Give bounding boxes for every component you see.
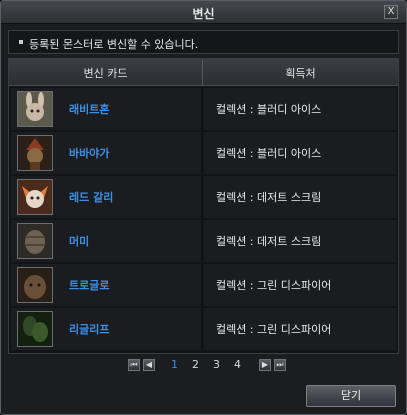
table-row[interactable]: 레드 갈리 컬렉션 : 데저트 스크림 <box>9 174 398 218</box>
card-name: 트로글로 <box>69 279 110 292</box>
table-row[interactable]: 래비트혼 컬렉션 : 블러디 아이스 <box>9 86 398 130</box>
title-bar: 변신 X <box>1 1 406 24</box>
page-link-4[interactable]: 4 <box>234 358 241 371</box>
next-page-button[interactable]: ▶ <box>259 359 271 371</box>
transform-window: 변신 X 등록된 몬스터로 변신할 수 있습니다. 변신 카드 획득처 래비트혼… <box>0 0 407 415</box>
card-cell: 리글리프 <box>11 308 201 350</box>
table-header: 변신 카드 획득처 <box>9 59 398 86</box>
column-header-card: 변신 카드 <box>83 67 128 80</box>
source-cell: 컬렉션 : 데저트 스크림 <box>204 176 396 218</box>
source-cell: 컬렉션 : 데저트 스크림 <box>204 220 396 262</box>
card-name: 리글리프 <box>69 323 110 336</box>
table-row[interactable]: 바바야가 컬렉션 : 블러디 아이스 <box>9 130 398 174</box>
source-cell: 컬렉션 : 블러디 아이스 <box>204 132 396 174</box>
page-link-3[interactable]: 3 <box>213 358 220 371</box>
table-row[interactable]: 머미 컬렉션 : 데저트 스크림 <box>9 218 398 262</box>
source-cell: 컬렉션 : 그린 디스파이어 <box>204 264 396 306</box>
source-cell: 컬렉션 : 그린 디스파이어 <box>204 308 396 350</box>
mummy-portrait-icon <box>17 223 53 259</box>
close-button[interactable]: 닫기 <box>306 385 396 407</box>
card-cell: 레드 갈리 <box>11 176 201 218</box>
leaf-creature-portrait-icon <box>17 311 53 347</box>
source-text: 컬렉션 : 데저트 스크림 <box>216 191 322 204</box>
column-header-source: 획득처 <box>285 67 316 80</box>
card-cell: 트로글로 <box>11 264 201 306</box>
rabbit-portrait-icon <box>17 91 53 127</box>
card-name: 래비트혼 <box>69 103 110 116</box>
notice-text: 등록된 몬스터로 변신할 수 있습니다. <box>29 38 199 51</box>
source-text: 컬렉션 : 블러디 아이스 <box>216 147 322 160</box>
close-icon[interactable]: X <box>384 5 398 19</box>
source-text: 컬렉션 : 블러디 아이스 <box>216 103 322 116</box>
source-text: 컬렉션 : 그린 디스파이어 <box>216 279 332 292</box>
source-text: 컬렉션 : 데저트 스크림 <box>216 235 322 248</box>
transform-card-table: 변신 카드 획득처 래비트혼 컬렉션 : 블러디 아이스 바바야가 컬렉션: … <box>8 58 399 354</box>
card-name: 바바야가 <box>69 147 110 160</box>
page-link-1[interactable]: 1 <box>171 358 178 371</box>
troglodyte-portrait-icon <box>17 267 53 303</box>
card-name: 머미 <box>69 235 90 248</box>
window-title: 변신 <box>192 7 215 21</box>
card-name: 레드 갈리 <box>69 191 114 204</box>
last-page-button[interactable]: ⏭ <box>274 359 286 371</box>
witch-portrait-icon <box>17 135 53 171</box>
table-row[interactable]: 리글리프 컬렉션 : 그린 디스파이어 <box>9 306 398 350</box>
bullet-icon <box>19 40 23 44</box>
card-cell: 바바야가 <box>11 132 201 174</box>
table-row[interactable]: 트로글로 컬렉션 : 그린 디스파이어 <box>9 262 398 306</box>
prev-page-button[interactable]: ◀ <box>143 359 155 371</box>
source-text: 컬렉션 : 그린 디스파이어 <box>216 323 332 336</box>
pagination: ⏮ ◀ 1 2 3 4 ▶ ⏭ <box>1 358 406 375</box>
source-cell: 컬렉션 : 블러디 아이스 <box>204 88 396 130</box>
card-cell: 래비트혼 <box>11 88 201 130</box>
first-page-button[interactable]: ⏮ <box>128 359 140 371</box>
red-creature-portrait-icon <box>17 179 53 215</box>
page-link-2[interactable]: 2 <box>192 358 199 371</box>
notice-box: 등록된 몬스터로 변신할 수 있습니다. <box>8 30 399 54</box>
card-cell: 머미 <box>11 220 201 262</box>
